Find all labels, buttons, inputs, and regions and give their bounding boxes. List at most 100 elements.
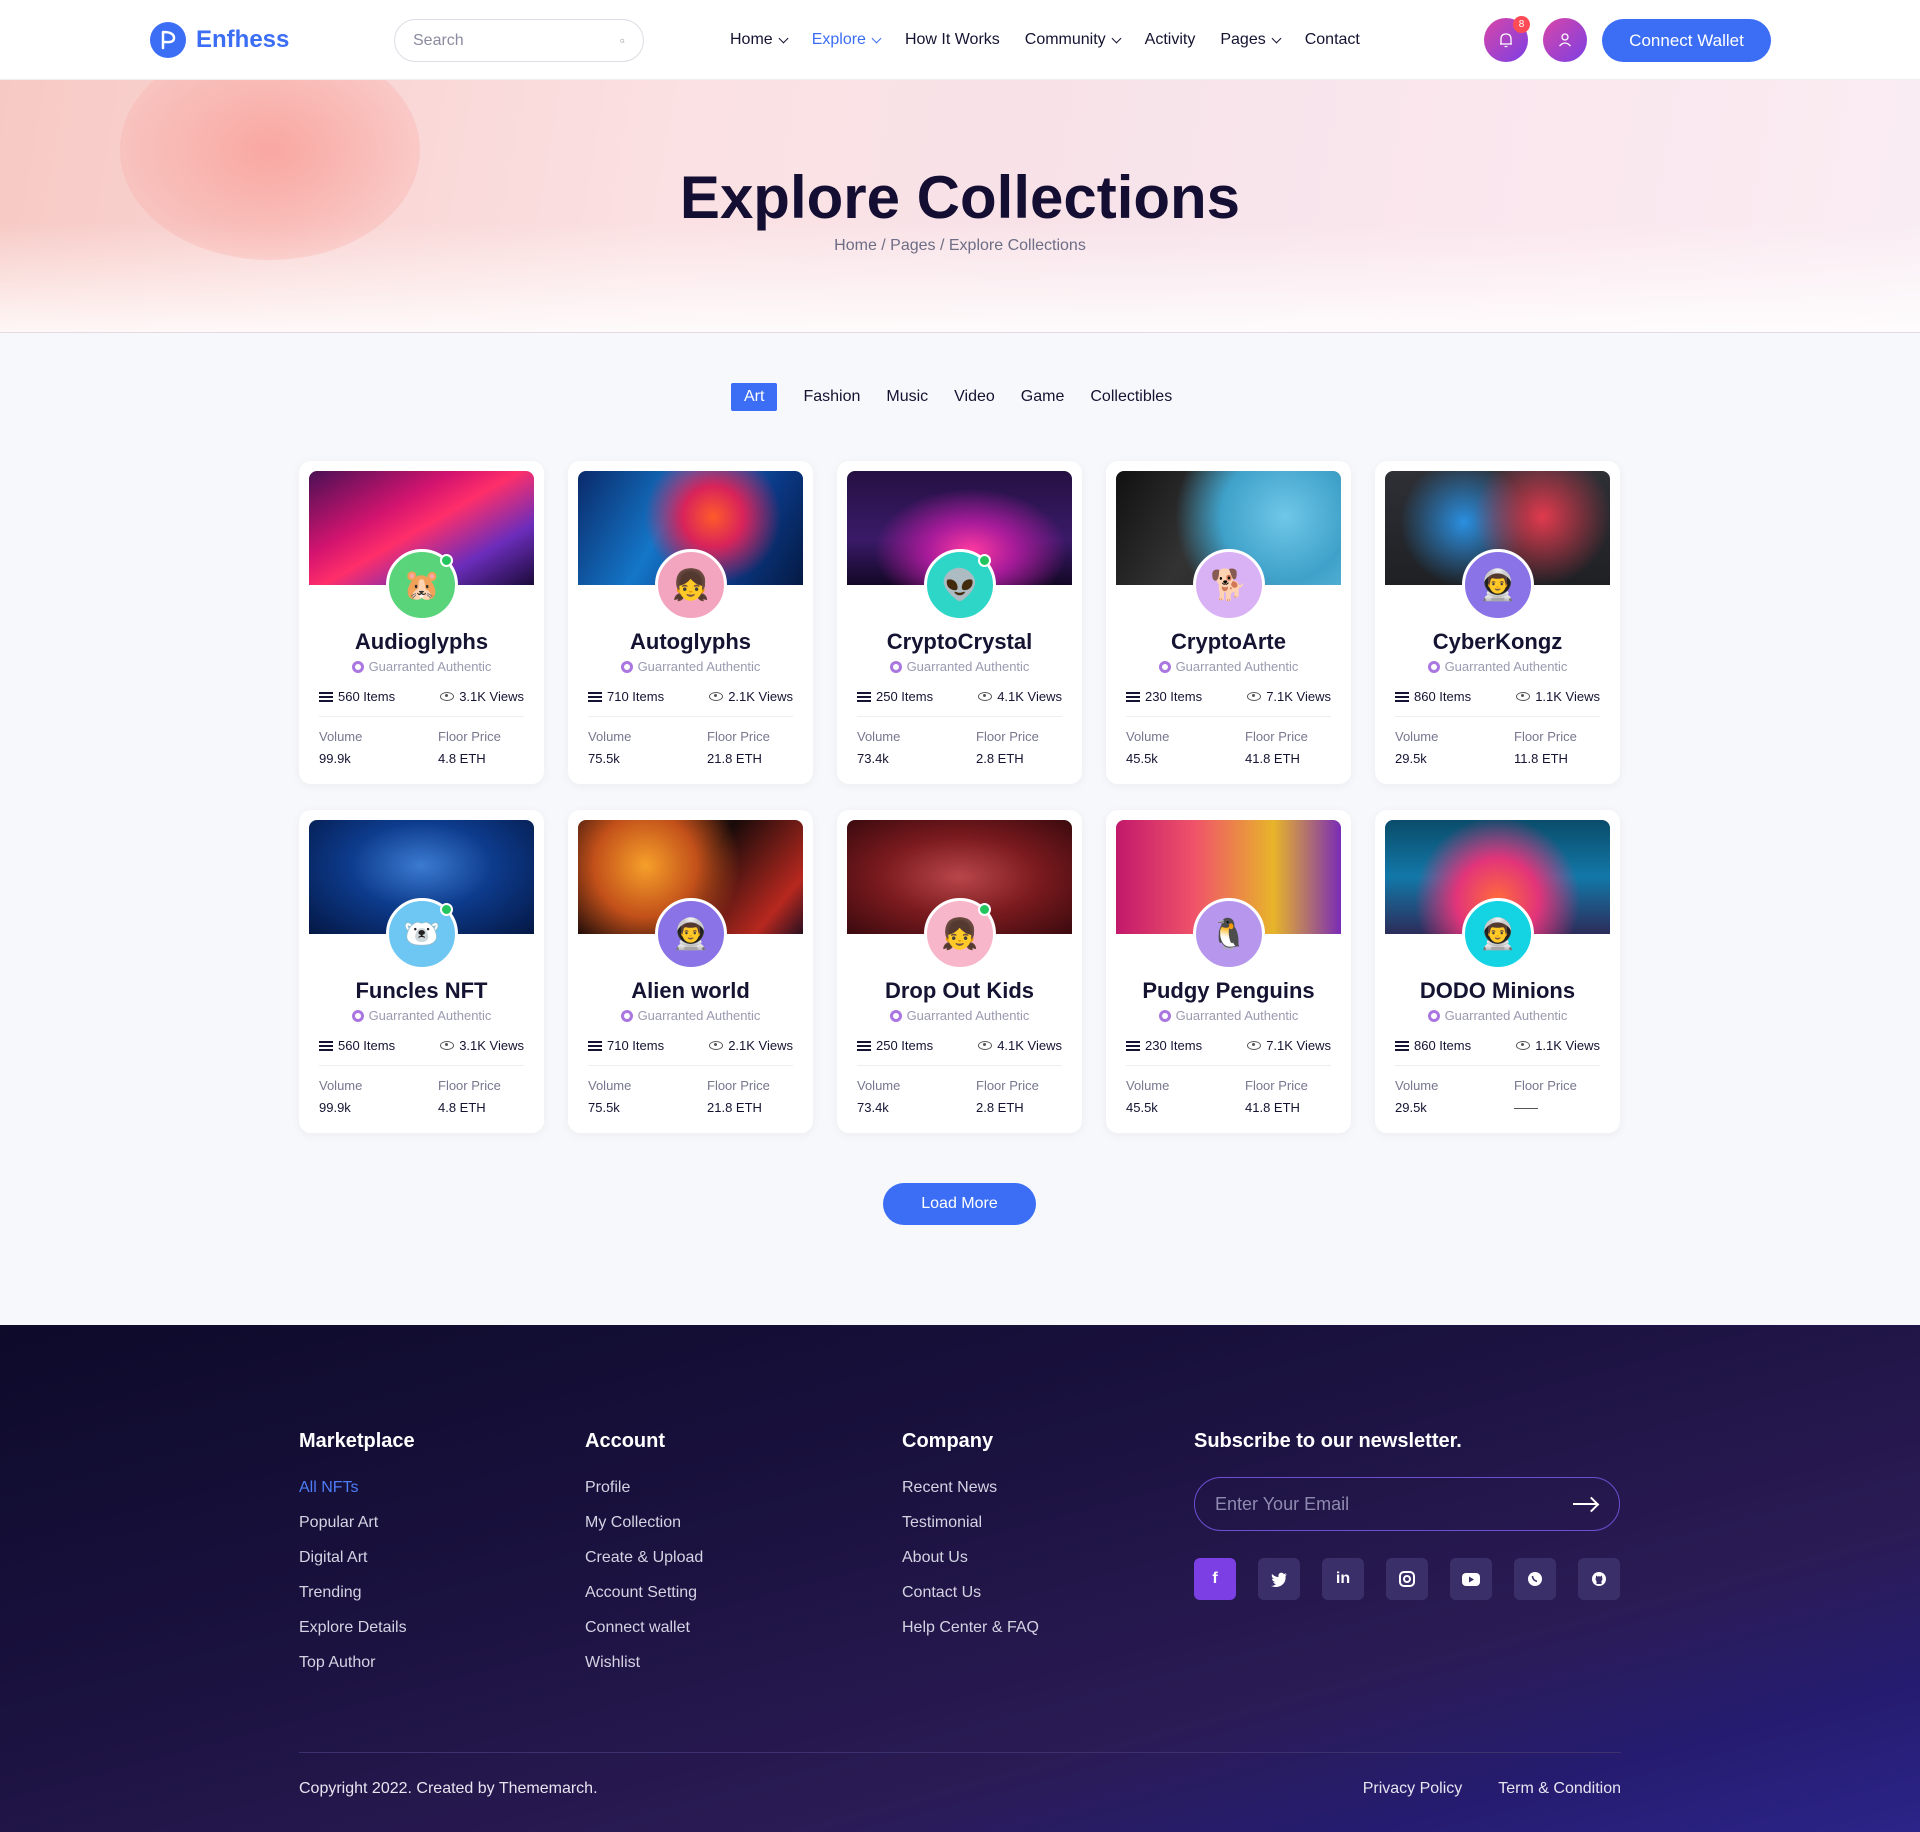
footer-link[interactable]: Testimonial	[902, 1514, 1039, 1532]
whatsapp-icon[interactable]	[1514, 1558, 1556, 1600]
footer-link[interactable]: Digital Art	[299, 1549, 415, 1567]
footer-link[interactable]: Profile	[585, 1479, 703, 1497]
notification-button[interactable]: 8	[1484, 16, 1530, 62]
nav-how-it-works[interactable]: How It Works	[905, 31, 1000, 49]
collection-card[interactable]: 🐕 CryptoArte Guarranted Authentic 230 Items…	[1106, 461, 1351, 784]
search-input[interactable]	[413, 31, 620, 50]
eye-icon	[978, 1041, 993, 1050]
floor-price: Floor Price 4.8 ETH	[438, 729, 501, 766]
footer-link[interactable]: Popular Art	[299, 1514, 415, 1532]
footer-link[interactable]: Trending	[299, 1584, 415, 1602]
collection-name[interactable]: DODO Minions	[1375, 978, 1620, 1004]
authentic-badge: Guarranted Authentic	[1106, 659, 1351, 674]
footer-link[interactable]: Top Author	[299, 1654, 415, 1672]
authentic-label: Guarranted Authentic	[637, 659, 761, 674]
collection-card[interactable]: 👨‍🚀 DODO Minions Guarranted Authentic 860 I…	[1375, 810, 1620, 1133]
footer-link[interactable]: Account Setting	[585, 1584, 703, 1602]
items-count: 230 Items	[1126, 1038, 1202, 1053]
email-field[interactable]	[1215, 1493, 1573, 1515]
arrow-right-icon[interactable]	[1573, 1497, 1599, 1511]
footer-link[interactable]: Wishlist	[585, 1654, 703, 1672]
footer-link[interactable]: Create & Upload	[585, 1549, 703, 1567]
collection-card[interactable]: 👧 Autoglyphs Guarranted Authentic 710 Items…	[568, 461, 813, 784]
copyright: Copyright 2022. Created by Thememarch.	[299, 1780, 598, 1797]
nav-contact[interactable]: Contact	[1305, 31, 1360, 49]
footer-link[interactable]: Contact Us	[902, 1584, 1039, 1602]
load-more-button[interactable]: Load More	[883, 1183, 1036, 1225]
newsletter-form	[1194, 1477, 1620, 1531]
collection-name[interactable]: Alien world	[568, 978, 813, 1004]
nav-home[interactable]: Home	[730, 31, 789, 49]
eye-icon	[1516, 1041, 1531, 1050]
instagram-icon[interactable]	[1386, 1558, 1428, 1600]
footer-link[interactable]: Explore Details	[299, 1619, 415, 1637]
volume: Volume 99.9k	[319, 1078, 362, 1115]
floor-price-label: Floor Price	[1514, 1078, 1577, 1093]
youtube-icon[interactable]	[1450, 1558, 1492, 1600]
authentic-label: Guarranted Authentic	[637, 1008, 761, 1023]
collection-card[interactable]: 🐹 Audioglyphs Guarranted Authentic 560 Item…	[299, 461, 544, 784]
nav-pages[interactable]: Pages	[1220, 31, 1282, 49]
twitter-icon[interactable]	[1258, 1558, 1300, 1600]
footer-link[interactable]: Recent News	[902, 1479, 1039, 1497]
collection-card[interactable]: 👨‍🚀 CyberKongz Guarranted Authentic 860 Ite…	[1375, 461, 1620, 784]
collection-name[interactable]: Autoglyphs	[568, 629, 813, 655]
footer-link[interactable]: About Us	[902, 1549, 1039, 1567]
search-icon[interactable]	[620, 32, 625, 50]
collection-name[interactable]: Audioglyphs	[299, 629, 544, 655]
privacy-policy-link[interactable]: Privacy Policy	[1363, 1780, 1463, 1798]
logo[interactable]: Enfhess	[150, 22, 289, 58]
floor-price-label: Floor Price	[438, 729, 501, 744]
tab-collectibles[interactable]: Collectibles	[1090, 383, 1172, 411]
facebook-icon[interactable]: f	[1194, 1558, 1236, 1600]
volume-value: 99.9k	[319, 751, 351, 766]
github-icon[interactable]	[1578, 1558, 1620, 1600]
collection-card[interactable]: 🐻‍❄️ Funcles NFT Guarranted Authentic 560 I…	[299, 810, 544, 1133]
terms-link[interactable]: Term & Condition	[1498, 1780, 1621, 1798]
tab-music[interactable]: Music	[886, 383, 928, 411]
volume-label: Volume	[588, 729, 632, 744]
footer-link[interactable]: All NFTs	[299, 1479, 415, 1497]
breadcrumb[interactable]: Home / Pages / Explore Collections	[0, 237, 1920, 255]
collection-stats: 250 Items 4.1K Views	[857, 1038, 1062, 1066]
collection-name[interactable]: Funcles NFT	[299, 978, 544, 1004]
collection-card[interactable]: 👽 CryptoCrystal Guarranted Authentic 250 It…	[837, 461, 1082, 784]
avatar: 👨‍🚀	[1462, 549, 1534, 621]
authentic-label: Guarranted Authentic	[1175, 659, 1299, 674]
floor-price-value: 2.8 ETH	[976, 751, 1024, 766]
search-box[interactable]	[394, 19, 644, 62]
items-count: 710 Items	[588, 1038, 664, 1053]
tab-video[interactable]: Video	[954, 383, 995, 411]
footer-link[interactable]: Connect wallet	[585, 1619, 703, 1637]
collection-name[interactable]: CyberKongz	[1375, 629, 1620, 655]
tab-game[interactable]: Game	[1021, 383, 1065, 411]
linkedin-icon[interactable]: in	[1322, 1558, 1364, 1600]
floor-price-value: 11.8 ETH	[1514, 751, 1568, 766]
floor-price: Floor Price	[1514, 1078, 1577, 1115]
connect-wallet-button[interactable]: Connect Wallet	[1602, 19, 1771, 62]
eye-icon	[709, 1041, 724, 1050]
collection-card[interactable]: 👨‍🚀 Alien world Guarranted Authentic 710 It…	[568, 810, 813, 1133]
nav-activity[interactable]: Activity	[1145, 31, 1196, 49]
collection-name[interactable]: Drop Out Kids	[837, 978, 1082, 1004]
floor-price-label: Floor Price	[976, 1078, 1039, 1093]
volume-label: Volume	[1395, 729, 1439, 744]
footer-link[interactable]: My Collection	[585, 1514, 703, 1532]
tab-art[interactable]: Art	[731, 383, 778, 411]
authentic-badge: Guarranted Authentic	[1375, 659, 1620, 674]
collection-stats: 710 Items 2.1K Views	[588, 1038, 793, 1066]
views-count-text: 3.1K Views	[459, 1038, 524, 1053]
profile-button[interactable]	[1543, 18, 1587, 62]
footer-link[interactable]: Help Center & FAQ	[902, 1619, 1039, 1637]
nav-community[interactable]: Community	[1025, 31, 1122, 49]
collection-card[interactable]: 👧 Drop Out Kids Guarranted Authentic 250 It…	[837, 810, 1082, 1133]
collection-name[interactable]: Pudgy Penguins	[1106, 978, 1351, 1004]
alien-icon: 👽	[941, 568, 979, 602]
nav-explore[interactable]: Explore	[812, 31, 882, 49]
authentic-label: Guarranted Authentic	[906, 659, 1030, 674]
collection-card[interactable]: 🐧 Pudgy Penguins Guarranted Authentic 230 I…	[1106, 810, 1351, 1133]
items-count-text: 710 Items	[607, 689, 665, 704]
tab-fashion[interactable]: Fashion	[803, 383, 860, 411]
collection-name[interactable]: CryptoCrystal	[837, 629, 1082, 655]
collection-name[interactable]: CryptoArte	[1106, 629, 1351, 655]
